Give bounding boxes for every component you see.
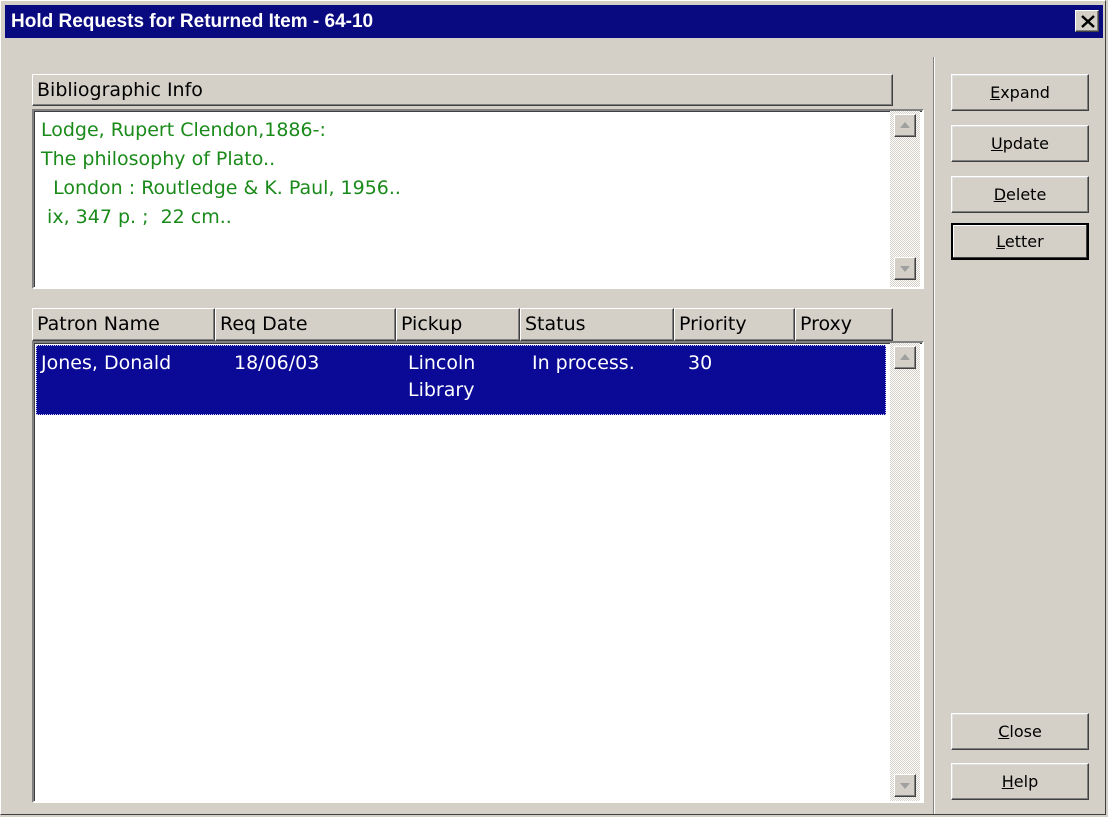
bib-imprint: London : Routledge & K. Paul, 1956.. <box>41 177 401 199</box>
table-row[interactable]: Jones, Donald 18/06/03 Lincoln Library I… <box>36 345 886 415</box>
scroll-down-arrow-icon[interactable] <box>894 774 916 797</box>
window-title: Hold Requests for Returned Item - 64-10 <box>11 11 374 32</box>
cell-patron-name: Jones, Donald <box>41 352 172 374</box>
bib-physical: ix, 347 p. ; 22 cm.. <box>41 206 232 228</box>
col-header-status[interactable]: Status <box>520 308 674 341</box>
cell-pickup: Lincoln Library <box>408 350 475 404</box>
cell-pickup-line2: Library <box>408 379 475 401</box>
list-scrollbar[interactable] <box>890 343 920 801</box>
close-button[interactable]: Close <box>951 713 1089 750</box>
bib-info-box: Lodge, Rupert Clendon,1886-: The philoso… <box>32 109 924 289</box>
update-button[interactable]: Update <box>951 125 1089 162</box>
delete-button[interactable]: Delete <box>951 176 1089 213</box>
help-button[interactable]: Help <box>951 763 1089 800</box>
bib-author: Lodge, Rupert Clendon,1886-: <box>41 119 326 141</box>
close-icon[interactable] <box>1075 10 1099 32</box>
bib-info-header-label: Bibliographic Info <box>37 79 203 101</box>
panel-divider <box>933 57 935 814</box>
col-header-pickup[interactable]: Pickup <box>396 308 520 341</box>
scroll-down-arrow-icon[interactable] <box>894 257 916 280</box>
bib-scrollbar[interactable] <box>890 111 920 287</box>
col-header-priority[interactable]: Priority <box>674 308 795 341</box>
bib-info-header: Bibliographic Info <box>32 74 893 106</box>
expand-button[interactable]: Expand <box>951 74 1089 111</box>
col-header-req-date[interactable]: Req Date <box>215 308 396 341</box>
title-bar[interactable]: Hold Requests for Returned Item - 64-10 <box>5 5 1103 38</box>
cell-status: In process. <box>532 352 635 374</box>
hold-request-list[interactable]: Jones, Donald 18/06/03 Lincoln Library I… <box>32 341 924 803</box>
col-header-patron-name[interactable]: Patron Name <box>32 308 215 341</box>
scroll-up-arrow-icon[interactable] <box>894 114 916 137</box>
letter-button[interactable]: Letter <box>951 223 1089 260</box>
col-header-proxy[interactable]: Proxy <box>795 308 893 341</box>
hold-requests-window: Hold Requests for Returned Item - 64-10 … <box>0 0 1106 815</box>
cell-priority: 30 <box>688 352 713 374</box>
cell-pickup-line1: Lincoln <box>408 352 476 374</box>
scroll-up-arrow-icon[interactable] <box>894 346 916 369</box>
cell-req-date: 18/06/03 <box>234 352 320 374</box>
bib-title: The philosophy of Plato.. <box>41 148 276 170</box>
